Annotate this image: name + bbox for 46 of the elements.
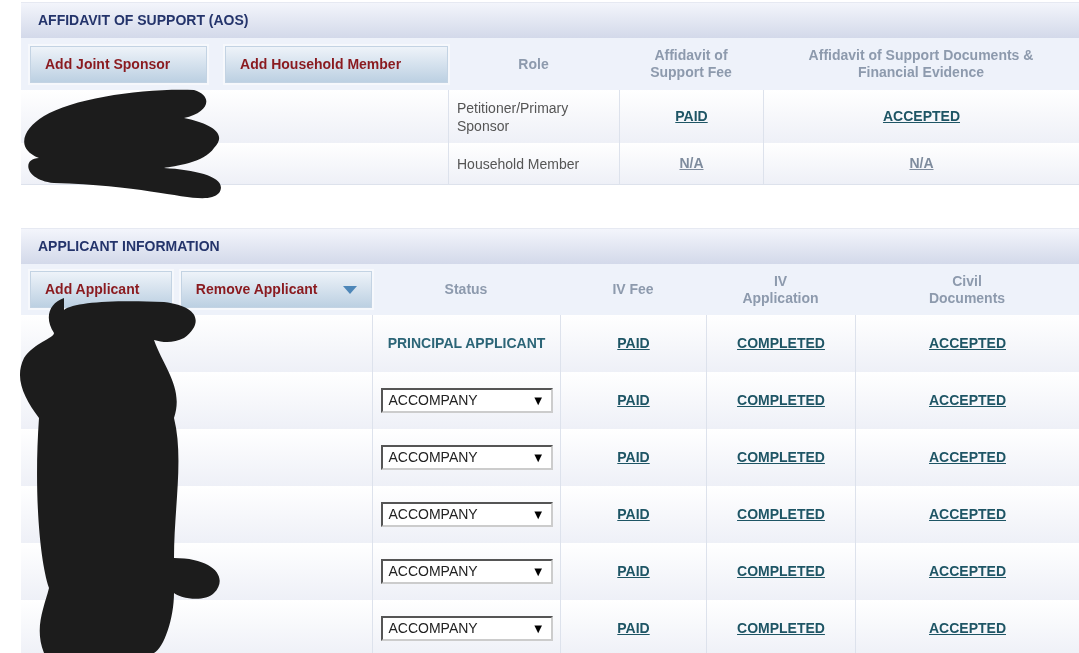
status-dropdown[interactable]: ACCOMPANY ▼ (380, 388, 553, 413)
column-header: Affidavit of Support Fee (649, 47, 733, 81)
iv-application-link[interactable]: COMPLETED (737, 504, 825, 525)
civil-documents-link[interactable]: ACCEPTED (929, 447, 1006, 468)
add-button[interactable]: Add Household Member (225, 45, 448, 83)
column-header: Affidavit of Support Documents & Financial Evidence (807, 47, 1035, 81)
status-text: PRINCIPAL APPLICANT (387, 334, 546, 353)
remove-button[interactable]: Remove Applicant (180, 271, 372, 308)
dropdown-arrow: ▼ (531, 562, 545, 581)
iv-application-link[interactable]: COMPLETED (737, 618, 825, 639)
column-header: Role (518, 55, 549, 73)
iv-fee-link[interactable]: PAID (617, 618, 650, 639)
dropdown-arrow: ▼ (531, 448, 545, 467)
column-header: Civil Documents (927, 272, 1007, 307)
column-header: IV Application (741, 272, 820, 307)
iv-fee-link[interactable]: PAID (617, 390, 650, 411)
civil-documents-link[interactable]: ACCEPTED (929, 333, 1006, 354)
column-header: IV Fee (612, 281, 654, 298)
caret-icon (343, 285, 357, 294)
status-dropdown[interactable]: ACCOMPANY ▼ (380, 616, 553, 641)
section-title: AFFIDAVIT OF SUPPORT (AOS) (38, 11, 249, 30)
dropdown-arrow: ▼ (531, 391, 545, 410)
civil-documents-link[interactable]: ACCEPTED (929, 390, 1006, 411)
documents-link[interactable]: ACCEPTED (883, 106, 960, 127)
role-text: Petitioner/Primary Sponsor (457, 98, 570, 135)
dropdown-arrow: ▼ (531, 505, 545, 524)
section-title: APPLICANT INFORMATION (38, 237, 220, 256)
add-button[interactable]: Add Joint Sponsor (30, 45, 208, 83)
status-dropdown[interactable]: ACCOMPANY ▼ (380, 502, 553, 527)
role-text: Household Member (457, 154, 580, 173)
fee-link[interactable]: PAID (675, 106, 708, 127)
iv-fee-link[interactable]: PAID (617, 447, 650, 468)
iv-application-link[interactable]: COMPLETED (737, 447, 825, 468)
civil-documents-link[interactable]: ACCEPTED (929, 618, 1006, 639)
iv-application-link[interactable]: COMPLETED (737, 333, 825, 354)
status-dropdown[interactable]: ACCOMPANY ▼ (380, 559, 553, 584)
status-dropdown[interactable]: ACCOMPANY ▼ (380, 445, 553, 470)
iv-application-link[interactable]: COMPLETED (737, 390, 825, 411)
column-header: Status (444, 281, 488, 298)
iv-fee-link[interactable]: PAID (617, 504, 650, 525)
civil-documents-link[interactable]: ACCEPTED (929, 561, 1006, 582)
iv-fee-link[interactable]: PAID (617, 333, 650, 354)
dropdown-arrow: ▼ (531, 619, 545, 638)
civil-documents-link[interactable]: ACCEPTED (929, 504, 1006, 525)
iv-fee-link[interactable]: PAID (617, 561, 650, 582)
iv-application-link[interactable]: COMPLETED (737, 561, 825, 582)
